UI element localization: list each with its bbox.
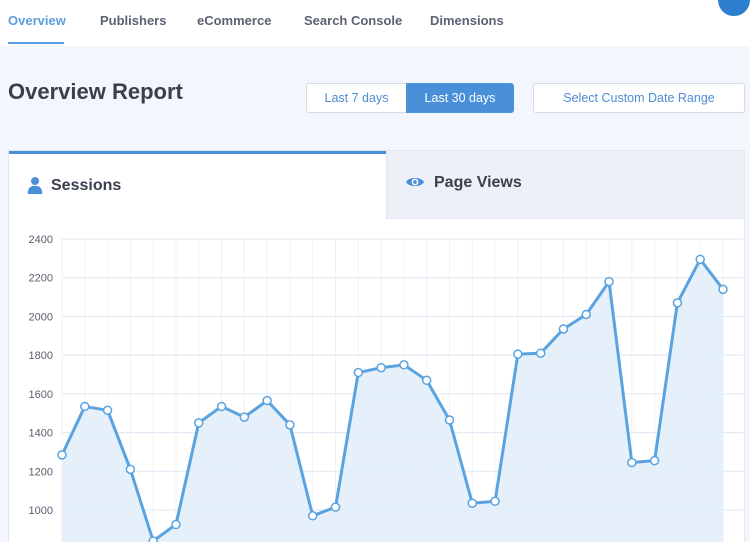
data-point[interactable]	[125, 464, 136, 475]
data-point[interactable]	[285, 420, 295, 430]
data-point[interactable]	[535, 348, 546, 358]
data-point[interactable]	[57, 450, 67, 460]
data-point[interactable]	[148, 536, 158, 542]
data-point[interactable]	[194, 418, 204, 428]
data-point[interactable]	[216, 401, 227, 412]
data-point[interactable]	[490, 496, 500, 507]
y-tick-label: 1200	[29, 466, 53, 478]
data-point[interactable]	[718, 284, 728, 295]
data-point[interactable]	[376, 362, 386, 373]
data-point[interactable]	[102, 405, 113, 416]
y-tick-label: 1000	[29, 505, 53, 517]
data-point[interactable]	[399, 360, 409, 370]
data-point[interactable]	[353, 367, 364, 378]
data-point[interactable]	[171, 519, 181, 530]
data-point[interactable]	[307, 511, 318, 521]
y-tick-label: 1400	[29, 428, 53, 440]
data-point[interactable]	[262, 395, 272, 406]
data-point[interactable]	[604, 276, 614, 287]
y-tick-label: 1600	[29, 389, 53, 401]
y-tick-label: 1800	[29, 350, 53, 362]
data-point[interactable]	[467, 498, 478, 508]
data-point[interactable]	[330, 502, 341, 512]
y-tick-label: 2000	[29, 311, 53, 323]
y-tick-label: 2400	[29, 234, 53, 246]
data-point[interactable]	[672, 298, 683, 308]
data-point[interactable]	[558, 324, 569, 334]
data-point[interactable]	[581, 309, 591, 320]
data-point[interactable]	[513, 349, 523, 359]
data-point[interactable]	[421, 375, 432, 386]
data-point[interactable]	[80, 401, 90, 412]
data-point[interactable]	[695, 254, 705, 265]
data-point[interactable]	[649, 455, 660, 466]
data-point[interactable]	[239, 412, 250, 422]
data-point[interactable]	[444, 415, 455, 425]
data-point[interactable]	[627, 457, 637, 468]
y-tick-label: 2200	[29, 273, 53, 285]
sessions-chart: 2400 2200 2000 1800 1600 1400 1200 1000	[29, 234, 743, 542]
